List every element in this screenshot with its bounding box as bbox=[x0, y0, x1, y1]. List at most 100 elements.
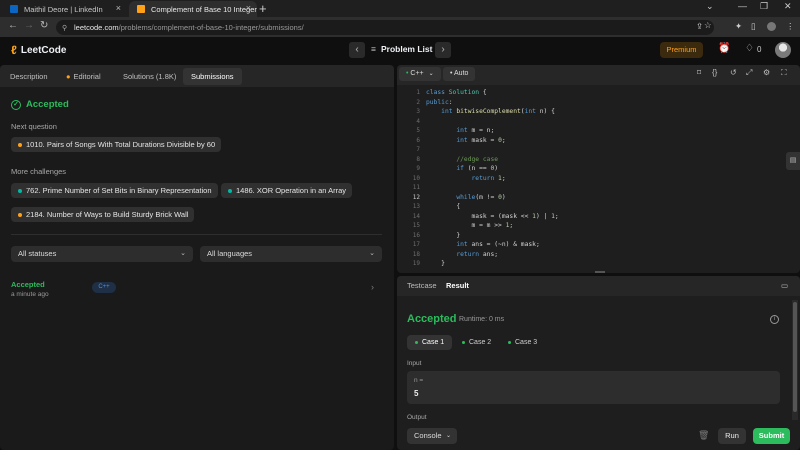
premium-button[interactable]: Premium bbox=[660, 42, 703, 58]
tab-testcase[interactable]: Testcase bbox=[407, 281, 437, 290]
language-filter-select[interactable]: All languages ⌄ bbox=[200, 246, 382, 262]
resize-handle[interactable] bbox=[595, 271, 605, 273]
menu-icon[interactable]: ⋮ bbox=[786, 21, 795, 32]
code-line[interactable]: int bitwiseComplement(int n) { bbox=[426, 107, 786, 117]
chevron-down-icon: ⌄ bbox=[445, 433, 451, 439]
info-icon[interactable]: i bbox=[770, 315, 779, 324]
window-close-icon[interactable]: ✕ bbox=[784, 1, 792, 12]
code-line[interactable] bbox=[426, 117, 786, 127]
tab-solutions[interactable]: Solutions (1.8K) bbox=[115, 68, 184, 85]
collapse-panel-icon[interactable]: ▭ bbox=[781, 281, 788, 290]
line-number: 4 bbox=[416, 117, 420, 125]
status-filter-select[interactable]: All statuses ⌄ bbox=[11, 246, 193, 262]
autocomplete-toggle[interactable]: • Auto bbox=[443, 67, 476, 81]
fullscreen-icon[interactable]: ⛶ bbox=[781, 68, 787, 78]
code-line[interactable]: int ans = (~n) & mask; bbox=[426, 240, 786, 250]
code-line[interactable]: mask = (mask << 1) | 1; bbox=[426, 212, 786, 222]
minimize-icon[interactable]: — bbox=[738, 1, 747, 11]
code-line[interactable] bbox=[426, 145, 786, 155]
extensions-icon[interactable]: ✦ bbox=[735, 21, 742, 32]
code-line[interactable]: return 1; bbox=[426, 174, 786, 184]
code-line[interactable]: } bbox=[426, 259, 786, 269]
site-info-icon[interactable]: ⚲ bbox=[62, 24, 67, 32]
lock-icon: ● bbox=[66, 72, 71, 81]
close-icon[interactable]: × bbox=[246, 3, 251, 13]
browser-tab-label: Complement of Base 10 Integer bbox=[151, 4, 257, 14]
notes-side-tab[interactable]: ▤ bbox=[786, 152, 800, 170]
new-tab-icon[interactable]: + bbox=[259, 1, 267, 16]
logo-text: LeetCode bbox=[20, 44, 67, 56]
streak-icon[interactable]: ♢ bbox=[745, 43, 754, 54]
sidebar-icon[interactable]: ▯ bbox=[751, 21, 756, 32]
close-icon[interactable]: × bbox=[116, 3, 121, 13]
code-line[interactable]: while(m != 0) bbox=[426, 193, 786, 203]
alarm-clock-icon[interactable]: ⏰ bbox=[718, 43, 730, 54]
submit-button[interactable]: Submit bbox=[753, 428, 790, 444]
console-label: Console bbox=[414, 431, 442, 440]
code-line[interactable] bbox=[426, 183, 786, 193]
code-line[interactable]: if (n == 0) bbox=[426, 164, 786, 174]
tab-submissions[interactable]: Submissions bbox=[183, 68, 242, 85]
input-value: 5 bbox=[414, 389, 419, 398]
input-label: Input bbox=[407, 360, 422, 367]
back-icon[interactable]: ← bbox=[8, 20, 18, 31]
chevron-down-icon: ⌄ bbox=[428, 71, 434, 77]
tab-editorial[interactable]: ● Editorial bbox=[58, 68, 109, 85]
console-button[interactable]: Console ⌄ bbox=[407, 428, 457, 444]
chip-label: 1010. Pairs of Songs With Total Duration… bbox=[26, 140, 216, 149]
submission-row-status[interactable]: Accepted bbox=[11, 280, 45, 289]
next-question-label: Next question bbox=[11, 122, 57, 131]
challenge-chip[interactable]: 762. Prime Number of Set Bits in Binary … bbox=[11, 183, 218, 198]
chevron-right-icon[interactable]: › bbox=[371, 282, 374, 292]
bookmark-star-icon[interactable]: ☆ bbox=[704, 20, 712, 31]
profile-icon[interactable] bbox=[767, 22, 776, 31]
trash-icon[interactable]: 🗑 bbox=[698, 430, 709, 441]
tab-description[interactable]: Description bbox=[2, 68, 56, 85]
case-tab-1[interactable]: Case 1 bbox=[407, 335, 453, 350]
challenge-chip[interactable]: 2184. Number of Ways to Build Sturdy Bri… bbox=[11, 207, 195, 222]
next-question-chip[interactable]: 1010. Pairs of Songs With Total Duration… bbox=[11, 137, 222, 152]
address-bar[interactable]: ⚲ leetcode.com/problems/complement-of-ba… bbox=[56, 20, 714, 35]
code-line[interactable]: class Solution { bbox=[426, 88, 786, 98]
code-line[interactable]: } bbox=[426, 231, 786, 241]
maximize-icon[interactable]: ❐ bbox=[760, 1, 768, 12]
tab-result[interactable]: Result bbox=[446, 281, 469, 290]
next-problem-button[interactable]: › bbox=[435, 42, 451, 58]
streak-count: 0 bbox=[757, 45, 762, 54]
challenge-chip[interactable]: 1486. XOR Operation in an Array bbox=[221, 183, 353, 198]
browser-tab-leetcode[interactable]: Complement of Base 10 Integer × bbox=[129, 1, 257, 17]
tab-search-icon[interactable]: ⌄ bbox=[706, 1, 714, 12]
code-line[interactable]: m = m >> 1; bbox=[426, 221, 786, 231]
case-label: Case 1 bbox=[422, 339, 445, 346]
prev-problem-button[interactable]: ‹ bbox=[349, 42, 365, 58]
code-line[interactable]: int mask = 0; bbox=[426, 136, 786, 146]
case-tab-2[interactable]: Case 2 bbox=[454, 335, 499, 350]
forward-icon[interactable]: → bbox=[24, 20, 34, 31]
case-tab-3[interactable]: Case 3 bbox=[500, 335, 545, 350]
code-line[interactable]: public: bbox=[426, 98, 786, 108]
code-line[interactable]: return ans; bbox=[426, 250, 786, 260]
code-text-area[interactable]: class Solution {public: int bitwiseCompl… bbox=[426, 88, 786, 269]
line-number: 1 bbox=[416, 89, 420, 96]
result-scrollbar-thumb[interactable] bbox=[793, 302, 797, 412]
avatar[interactable] bbox=[775, 42, 791, 58]
code-line[interactable]: int m = n; bbox=[426, 126, 786, 136]
problem-list-button[interactable]: ≡ Problem List bbox=[371, 44, 432, 54]
leetcode-icon bbox=[137, 5, 145, 13]
share-icon[interactable]: ⇪ bbox=[696, 21, 703, 32]
code-line[interactable]: //edge case bbox=[426, 155, 786, 165]
bookmark-icon[interactable]: ⌑ bbox=[697, 68, 701, 77]
chevron-down-icon: ⌄ bbox=[180, 250, 186, 257]
language-select[interactable]: • C++ ⌄ bbox=[399, 67, 441, 81]
leetcode-logo[interactable]: ℓ LeetCode bbox=[11, 43, 66, 57]
problem-list-label: Problem List bbox=[380, 44, 433, 54]
reset-icon[interactable]: ↺ bbox=[730, 68, 737, 77]
reload-icon[interactable]: ↻ bbox=[40, 20, 48, 31]
check-circle-icon: ✓ bbox=[11, 99, 21, 110]
expand-icon[interactable]: ⤢ bbox=[746, 68, 752, 78]
settings-gear-icon[interactable]: ⚙ bbox=[763, 68, 770, 77]
code-line[interactable]: { bbox=[426, 202, 786, 212]
run-button[interactable]: Run bbox=[718, 428, 746, 444]
braces-icon[interactable]: {} bbox=[712, 68, 717, 77]
browser-tab-linkedin[interactable]: Maithil Deore | LinkedIn × bbox=[2, 1, 127, 17]
